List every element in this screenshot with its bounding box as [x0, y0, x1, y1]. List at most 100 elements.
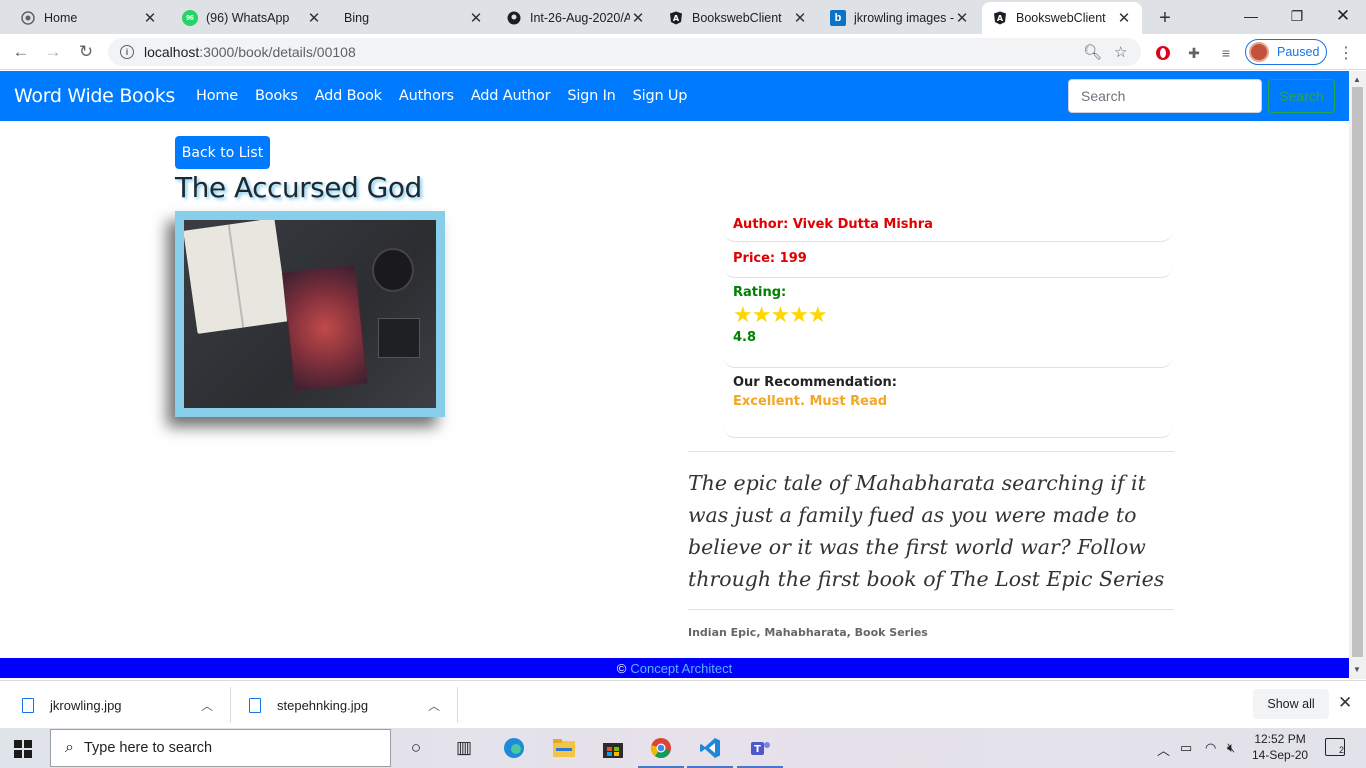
forward-arrow-icon[interactable]: →	[40, 40, 66, 64]
window-close-button[interactable]: ✕	[1320, 0, 1366, 32]
nav-authors[interactable]: Authors	[399, 88, 454, 104]
file-icon	[249, 697, 261, 713]
scroll-up-icon[interactable]: ▲	[1353, 75, 1361, 84]
show-all-button[interactable]: Show all	[1253, 689, 1329, 719]
footer-link[interactable]: Concept Architect	[630, 661, 732, 676]
nav-books[interactable]: Books	[255, 88, 298, 104]
close-icon[interactable]: ✕	[792, 9, 808, 27]
page-scrollbar[interactable]: ▲ ▼	[1349, 71, 1366, 679]
windows-start-icon[interactable]	[14, 740, 32, 758]
divider	[688, 451, 1174, 452]
edge-icon[interactable]	[501, 736, 527, 760]
store-icon[interactable]	[600, 736, 626, 760]
extensions-puzzle-icon[interactable]: ✚	[1184, 44, 1204, 62]
opera-extension-icon[interactable]	[1153, 44, 1173, 62]
tab-bookswebclient[interactable]: A BookswebClient ✕	[658, 2, 818, 34]
scrollbar-thumb[interactable]	[1352, 87, 1363, 657]
info-icon[interactable]: i	[120, 45, 134, 59]
cortana-icon[interactable]: ○	[403, 736, 429, 760]
search-input[interactable]: Search	[1068, 79, 1262, 113]
profile-button[interactable]: Paused	[1245, 39, 1327, 65]
close-icon[interactable]: ✕	[1116, 9, 1132, 27]
book-tags: Indian Epic, Mahabharata, Book Series	[688, 626, 928, 639]
taskbar-search-input[interactable]: ⌕ Type here to search	[50, 729, 391, 767]
chevron-up-icon[interactable]: ︿	[1157, 740, 1170, 759]
clock-date: 14-Sep-20	[1252, 748, 1309, 762]
file-explorer-icon[interactable]	[551, 736, 577, 760]
brand-link[interactable]: Word Wide Books	[14, 85, 175, 107]
url-text: localhost:3000/book/details/00108	[144, 44, 356, 60]
star-icon: ★	[751, 303, 772, 328]
zoom-icon[interactable]: 🔍︎	[1083, 43, 1102, 61]
download-filename: stepehnking.jpg	[277, 697, 369, 713]
close-icon[interactable]: ✕	[1338, 693, 1352, 713]
angular-icon: A	[668, 10, 684, 26]
address-bar[interactable]: i localhost:3000/book/details/00108 🔍︎ ☆	[108, 38, 1141, 66]
nav-add-author[interactable]: Add Author	[471, 88, 551, 104]
battery-icon[interactable]: ▭	[1180, 740, 1192, 756]
tab-github[interactable]: Int-26-Aug-2020/A ✕	[496, 2, 656, 34]
nav-sign-up[interactable]: Sign Up	[633, 88, 688, 104]
back-to-list-button[interactable]: Back to List	[175, 136, 270, 169]
browser-tab-strip: Home ✕ 96 (96) WhatsApp ✕ Bing ✕ Int-26-…	[0, 0, 1366, 34]
new-tab-button[interactable]: +	[1152, 5, 1178, 31]
divider	[457, 687, 458, 723]
tab-bing[interactable]: Bing ✕	[334, 2, 494, 34]
globe-icon	[20, 10, 36, 26]
close-icon[interactable]: ✕	[630, 9, 646, 27]
sharpener-graphic	[378, 318, 420, 358]
media-queue-icon[interactable]: ≡	[1216, 44, 1236, 62]
tab-title: jkrowling images -	[854, 11, 954, 25]
vscode-icon[interactable]	[687, 736, 733, 768]
avatar	[1249, 42, 1269, 62]
chrome-icon[interactable]	[638, 736, 684, 768]
book-cover-image	[175, 211, 445, 417]
pencil-pot-graphic	[372, 248, 414, 292]
scroll-down-icon[interactable]: ▼	[1353, 665, 1361, 674]
browser-menu-icon[interactable]: ⋮	[1336, 44, 1356, 62]
task-view-icon[interactable]: ▥	[451, 736, 477, 760]
bookmark-star-icon[interactable]: ☆	[1114, 43, 1127, 61]
tab-title: BookswebClient	[692, 11, 782, 25]
reload-icon[interactable]: ↻	[73, 40, 99, 64]
close-icon[interactable]: ✕	[954, 9, 970, 27]
close-icon[interactable]: ✕	[306, 9, 322, 27]
chevron-up-icon[interactable]: ︿	[428, 697, 440, 714]
book-description: The epic tale of Mahabharata searching i…	[688, 471, 1165, 591]
tab-home[interactable]: Home ✕	[10, 2, 168, 34]
tab-title: Home	[44, 11, 78, 25]
close-icon[interactable]: ✕	[142, 9, 158, 27]
svg-text:T: T	[754, 744, 761, 755]
tab-jkrowling-images[interactable]: b jkrowling images - ✕	[820, 2, 980, 34]
chevron-up-icon[interactable]: ︿	[201, 697, 213, 714]
tab-bookswebclient-active[interactable]: A BookswebClient ✕	[982, 2, 1142, 34]
nav-sign-in[interactable]: Sign In	[567, 88, 616, 104]
cover-photo	[184, 220, 436, 408]
minimize-button[interactable]: —	[1228, 0, 1274, 32]
nav-home[interactable]: Home	[196, 88, 238, 104]
book-graphic	[281, 264, 369, 392]
teams-icon[interactable]: T	[737, 736, 783, 768]
search-button[interactable]: Search	[1268, 79, 1335, 113]
back-arrow-icon[interactable]: ←	[8, 40, 34, 64]
volume-mute-icon[interactable]: 🔇︎	[1227, 740, 1235, 756]
download-item[interactable]: stepehnking.jpg ︿	[249, 689, 445, 721]
maximize-button[interactable]: ❐	[1274, 0, 1320, 32]
author-line: Author: Vivek Dutta Mishra	[723, 210, 1173, 242]
rating-block: Rating: ★ ★ ★ ★ ★ 4.8	[723, 278, 1173, 368]
tab-title: Bing	[344, 11, 370, 25]
svg-text:A: A	[673, 14, 680, 23]
book-title: The Accursed God	[175, 171, 422, 204]
star-icon: ★	[770, 303, 791, 328]
taskbar-clock[interactable]: 12:52 PM 14-Sep-20	[1252, 731, 1308, 763]
rating-stars: ★ ★ ★ ★ ★	[733, 303, 1163, 328]
bing-icon: b	[830, 10, 846, 26]
wifi-icon[interactable]: ◠	[1205, 740, 1216, 756]
notification-icon[interactable]: 2	[1325, 738, 1345, 756]
download-item[interactable]: jkrowling.jpg ︿	[22, 689, 218, 721]
download-filename: jkrowling.jpg	[50, 697, 122, 713]
search-icon: ⌕	[65, 739, 74, 756]
tab-whatsapp[interactable]: 96 (96) WhatsApp ✕	[172, 2, 332, 34]
nav-add-book[interactable]: Add Book	[315, 88, 382, 104]
close-icon[interactable]: ✕	[468, 9, 484, 27]
